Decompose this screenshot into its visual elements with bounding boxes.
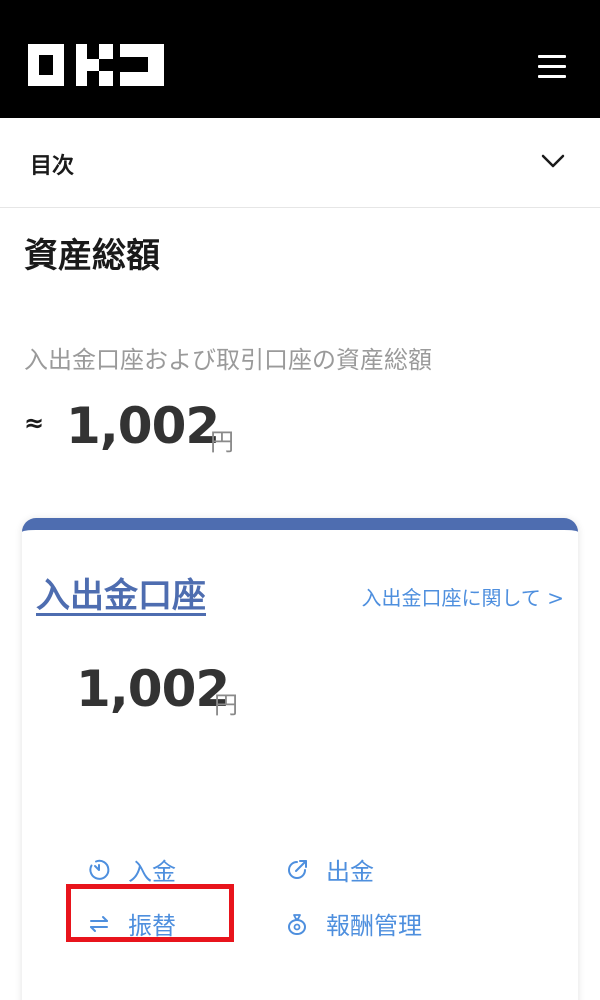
total-unit: 円 xyxy=(210,428,234,456)
account-unit: 円 xyxy=(214,691,238,719)
account-amount: 1,002 xyxy=(76,660,230,718)
deposit-label: 入金 xyxy=(128,858,176,886)
total-amount: 1,002 xyxy=(66,397,220,455)
reward-bag-icon xyxy=(284,911,310,937)
top-bar xyxy=(0,0,600,118)
toc-label: 目次 xyxy=(30,154,75,179)
deposit-icon xyxy=(86,857,112,883)
approx-symbol: ≈ xyxy=(24,409,45,437)
chevron-down-icon xyxy=(541,154,565,168)
table-of-contents-toggle[interactable]: 目次 xyxy=(0,118,600,208)
withdraw-icon xyxy=(284,857,310,883)
highlight-box xyxy=(66,884,234,942)
okj-logo[interactable] xyxy=(28,44,164,86)
deposit-button[interactable]: 入金 xyxy=(86,852,176,887)
withdraw-button[interactable]: 出金 xyxy=(284,852,374,887)
hamburger-menu-icon[interactable] xyxy=(538,55,566,79)
reward-management-button[interactable]: 報酬管理 xyxy=(284,906,422,941)
section-title: 資産総額 xyxy=(24,236,160,276)
deposit-account-title-link[interactable]: 入出金口座 xyxy=(36,568,206,617)
reward-management-label: 報酬管理 xyxy=(326,912,422,940)
about-deposit-account-link[interactable]: 入出金口座に関して > xyxy=(361,582,564,611)
withdraw-label: 出金 xyxy=(326,858,374,886)
total-description: 入出金口座および取引口座の資産総額 xyxy=(24,346,432,374)
